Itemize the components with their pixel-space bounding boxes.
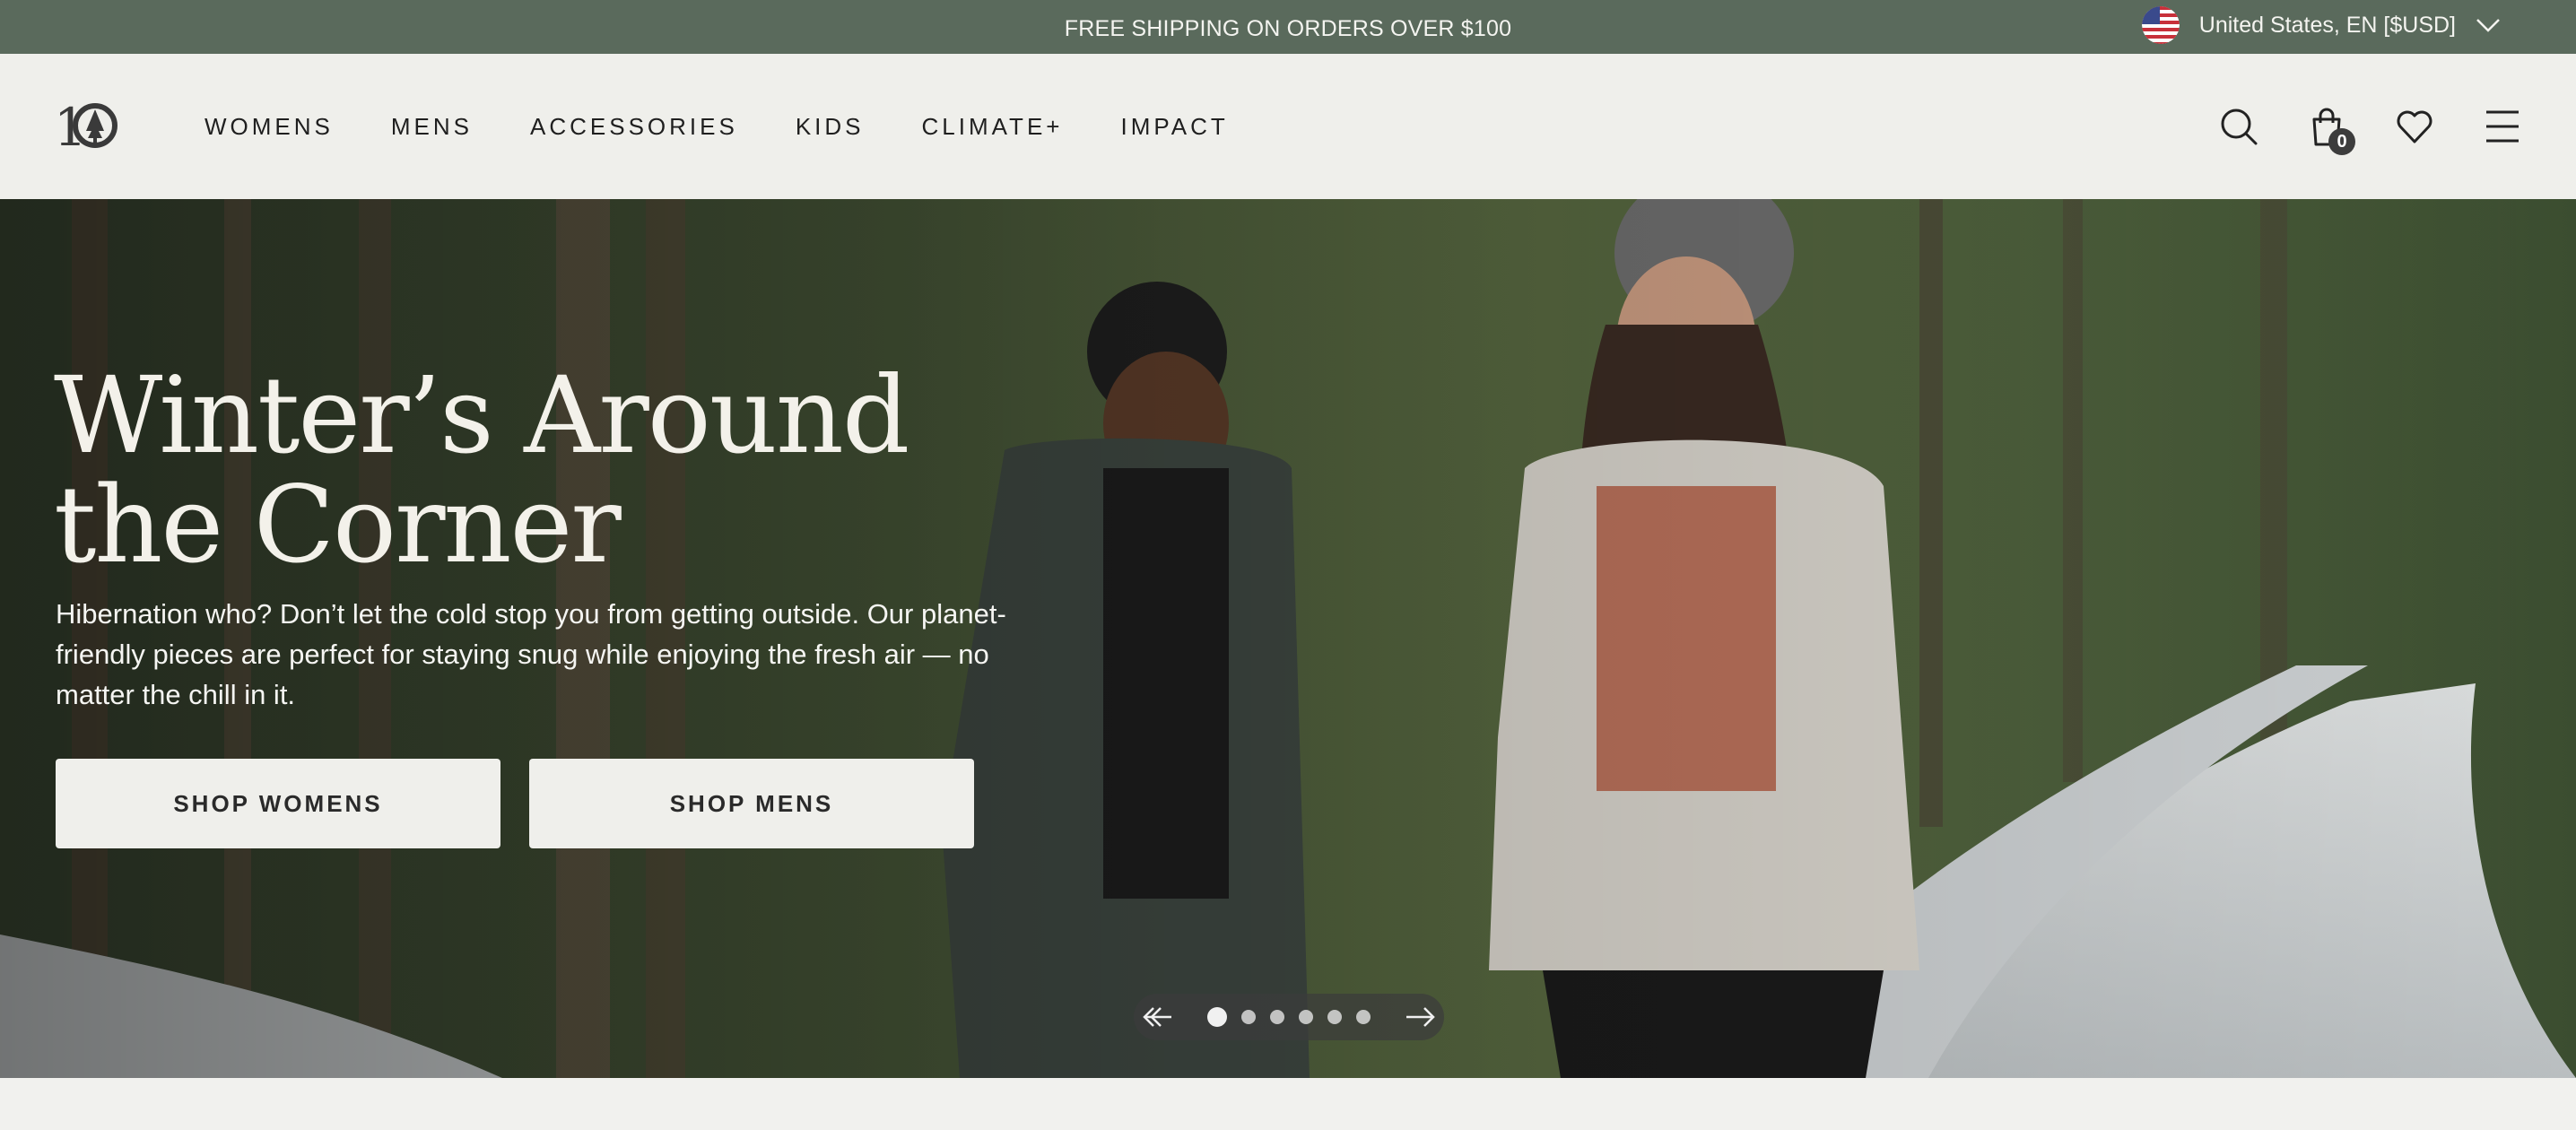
carousel-dots	[1207, 1007, 1371, 1027]
shop-womens-button[interactable]: SHOP WOMENS	[56, 759, 500, 848]
hero-title-line-2: the Corner	[54, 463, 622, 587]
hero-banner: Winter’s Around the Corner Hibernation w…	[0, 199, 2576, 1078]
nav-accessories[interactable]: ACCESSORIES	[530, 113, 738, 141]
page-content-area	[0, 1078, 2576, 1130]
shop-mens-button[interactable]: SHOP MENS	[529, 759, 974, 848]
chevron-down-icon	[2476, 19, 2500, 32]
wishlist-button[interactable]	[2395, 107, 2434, 146]
nav-impact[interactable]: IMPACT	[1120, 113, 1228, 141]
bag-count-badge: 0	[2328, 128, 2355, 155]
carousel-controls	[1134, 994, 1444, 1040]
svg-text:1: 1	[54, 99, 87, 154]
menu-button[interactable]	[2483, 107, 2522, 146]
carousel-prev-icon[interactable]	[1143, 1006, 1173, 1028]
locale-selector[interactable]: United States, EN [$USD]	[2141, 0, 2501, 50]
nav-kids[interactable]: KIDS	[796, 113, 865, 141]
hero-description: Hibernation who? Don’t let the cold stop…	[56, 598, 1006, 710]
carousel-dot[interactable]	[1356, 1010, 1371, 1024]
hero-title: Winter’s Around the Corner	[54, 361, 1040, 579]
search-button[interactable]	[2219, 107, 2258, 146]
heart-icon	[2397, 110, 2432, 143]
search-icon	[2221, 109, 2258, 145]
us-flag-icon	[2141, 6, 2180, 44]
site-header: 1 WOMENS MENS ACCESSORIES KIDS CLIMATE+ …	[0, 54, 2576, 199]
carousel-dot[interactable]	[1327, 1010, 1342, 1024]
announcement-bar: FREE SHIPPING ON ORDERS OVER $100 United…	[0, 0, 2576, 54]
tentree-logo-icon: 1	[54, 99, 117, 154]
main-nav: WOMENS MENS ACCESSORIES KIDS CLIMATE+ IM…	[205, 54, 1229, 199]
nav-mens[interactable]: MENS	[391, 113, 473, 141]
nav-womens[interactable]: WOMENS	[205, 113, 334, 141]
carousel-dot[interactable]	[1299, 1010, 1313, 1024]
carousel-dot[interactable]	[1207, 1007, 1227, 1027]
menu-icon	[2486, 110, 2519, 143]
bag-button[interactable]: 0	[2307, 107, 2355, 155]
tentree-logo[interactable]: 1	[54, 99, 118, 154]
locale-label: United States, EN [$USD]	[2198, 12, 2456, 38]
carousel-dot[interactable]	[1270, 1010, 1284, 1024]
header-actions: 0	[2219, 54, 2522, 199]
hero-title-line-1: Winter’s Around	[54, 353, 909, 477]
carousel-next-icon[interactable]	[1405, 1006, 1435, 1028]
carousel-dot[interactable]	[1241, 1010, 1256, 1024]
nav-climate-plus[interactable]: CLIMATE+	[922, 113, 1064, 141]
